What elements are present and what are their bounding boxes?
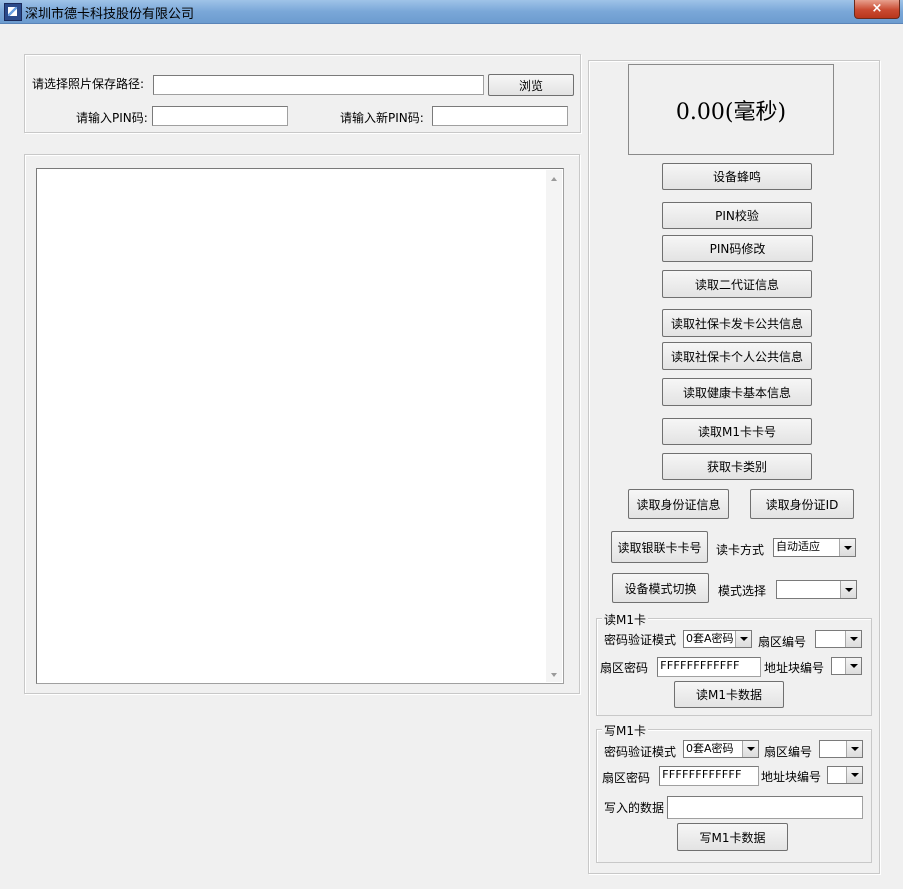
read-m1-sector-label: 扇区编号: [758, 635, 807, 649]
browse-button[interactable]: 浏览: [488, 74, 574, 96]
chevron-down-icon[interactable]: [742, 741, 758, 757]
read-m1-sector-select[interactable]: [815, 630, 862, 648]
title-bar: 深圳市德卡科技股份有限公司 ×: [0, 0, 903, 24]
output-textarea[interactable]: [36, 168, 564, 684]
get-card-type-button[interactable]: 获取卡类别: [662, 453, 812, 480]
read-social-personal-button[interactable]: 读取社保卡个人公共信息: [662, 342, 812, 370]
write-m1-block-select[interactable]: [827, 766, 863, 784]
device-beep-button[interactable]: 设备蜂鸣: [662, 163, 812, 190]
photo-path-input[interactable]: [153, 75, 484, 95]
device-mode-switch-button[interactable]: 设备模式切换: [612, 573, 709, 603]
read-unionpay-no-button[interactable]: 读取银联卡卡号: [611, 531, 708, 563]
read-m1-block-label: 地址块编号: [764, 661, 825, 675]
write-m1-auth-mode-select[interactable]: 0套A密码: [683, 740, 759, 758]
read-mode-select[interactable]: 自动适应: [773, 538, 856, 557]
read-m1-data-button[interactable]: 读M1卡数据: [674, 681, 784, 708]
chevron-down-icon[interactable]: [846, 767, 862, 783]
photo-path-label: 请选择照片保存路径:: [32, 77, 145, 91]
timer-value: 0.00(毫秒): [675, 99, 787, 125]
write-m1-data-input[interactable]: [667, 796, 863, 819]
write-m1-auth-mode-value: 0套A密码: [686, 742, 734, 755]
write-m1-data-button[interactable]: 写M1卡数据: [677, 823, 788, 851]
read-social-issuer-button[interactable]: 读取社保卡发卡公共信息: [662, 309, 812, 337]
read-m1-card-no-button[interactable]: 读取M1卡卡号: [662, 418, 812, 445]
chevron-down-icon[interactable]: [845, 631, 861, 647]
write-m1-group-title: 写M1卡: [602, 722, 648, 739]
mode-select-label: 模式选择: [718, 584, 767, 598]
write-m1-sector-pwd-label: 扇区密码: [602, 771, 651, 785]
chevron-down-icon[interactable]: [845, 658, 861, 674]
write-m1-data-label: 写入的数据: [604, 801, 665, 815]
read-m1-auth-mode-label: 密码验证模式: [604, 633, 677, 647]
read-m1-block-select[interactable]: [831, 657, 862, 675]
window-title: 深圳市德卡科技股份有限公司: [25, 6, 195, 21]
read-id-id-button[interactable]: 读取身份证ID: [750, 489, 854, 519]
write-m1-sector-pwd-input[interactable]: FFFFFFFFFFFF: [659, 766, 759, 786]
read-m1-auth-mode-select[interactable]: 0套A密码: [683, 630, 752, 648]
output-scrollbar[interactable]: [546, 170, 562, 682]
new-pin-label: 请输入新PIN码:: [340, 111, 424, 125]
write-m1-block-label: 地址块编号: [761, 770, 822, 784]
pin-verify-button[interactable]: PIN校验: [662, 202, 812, 229]
new-pin-input[interactable]: [432, 106, 568, 126]
pin-input[interactable]: [152, 106, 288, 126]
close-button[interactable]: ×: [854, 0, 900, 19]
scroll-down-icon[interactable]: [551, 673, 557, 677]
read-health-basic-button[interactable]: 读取健康卡基本信息: [662, 378, 812, 406]
read-mode-label: 读卡方式: [716, 543, 765, 557]
scroll-up-icon[interactable]: [551, 177, 557, 181]
write-m1-auth-mode-label: 密码验证模式: [604, 745, 677, 759]
timer-display: 0.00(毫秒): [628, 64, 834, 155]
read-second-gen-id-button[interactable]: 读取二代证信息: [662, 270, 812, 298]
read-mode-value: 自动适应: [776, 540, 820, 553]
read-m1-sector-pwd-label: 扇区密码: [600, 661, 649, 675]
pin-label: 请输入PIN码:: [76, 111, 148, 125]
read-m1-sector-pwd-input[interactable]: FFFFFFFFFFFF: [657, 657, 761, 677]
pin-modify-button[interactable]: PIN码修改: [662, 235, 813, 262]
read-id-info-button[interactable]: 读取身份证信息: [628, 489, 729, 519]
chevron-down-icon[interactable]: [735, 631, 751, 647]
read-m1-group-title: 读M1卡: [602, 611, 648, 628]
write-m1-sector-select[interactable]: [819, 740, 863, 758]
chevron-down-icon[interactable]: [839, 539, 855, 556]
app-logo-icon: [4, 3, 22, 21]
chevron-down-icon[interactable]: [840, 581, 856, 598]
write-m1-sector-label: 扇区编号: [764, 745, 813, 759]
chevron-down-icon[interactable]: [846, 741, 862, 757]
mode-select[interactable]: [776, 580, 857, 599]
read-m1-auth-mode-value: 0套A密码: [686, 632, 734, 645]
